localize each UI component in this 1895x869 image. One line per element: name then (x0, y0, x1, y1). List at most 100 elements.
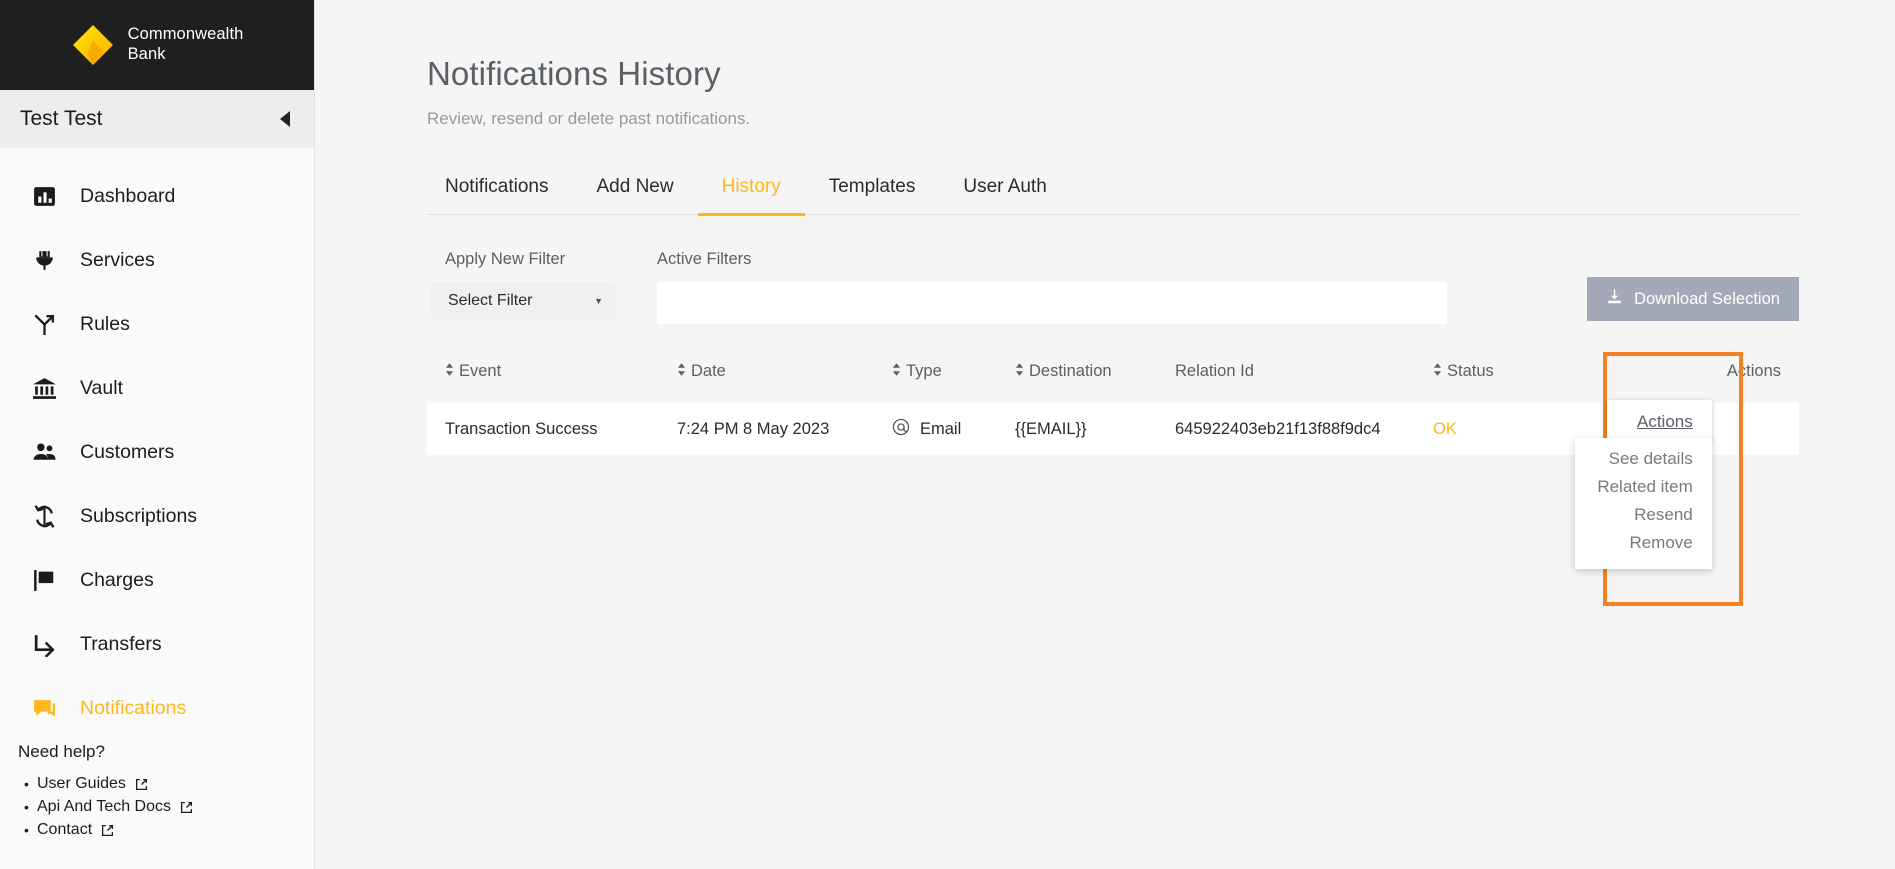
sidebar-item-services[interactable]: Services (0, 228, 314, 292)
column-header-destination[interactable]: Destination (1015, 362, 1175, 403)
help-link-contact[interactable]: • Contact (24, 821, 193, 839)
column-header-label: Date (691, 362, 726, 380)
brand-header: Commonwealth Bank (0, 0, 314, 90)
sidebar-item-charges[interactable]: Charges (0, 548, 314, 612)
column-header-label: Type (906, 362, 942, 380)
chevron-left-icon[interactable] (274, 108, 296, 130)
refresh-cycle-icon (31, 503, 58, 530)
sidebar-item-label: Services (80, 248, 155, 271)
cell-destination: {{EMAIL}} (1015, 419, 1087, 438)
sidebar-item-label: Notifications (80, 696, 187, 719)
column-header-label: Destination (1029, 362, 1112, 380)
plug-icon (31, 247, 58, 274)
user-name: Test Test (20, 107, 103, 130)
sidebar-item-label: Transfers (80, 632, 162, 655)
app-root: Commonwealth Bank Test Test Dashboard Se… (0, 0, 1895, 869)
actions-menu-item-related-item[interactable]: Related item (1594, 473, 1692, 501)
help-link-label: User Guides (37, 775, 126, 792)
cell-date: 7:24 PM 8 May 2023 (677, 419, 830, 438)
apply-new-filter-label: Apply New Filter (445, 250, 566, 268)
apply-new-filter-group: Apply New Filter Select Filter ▼ (427, 250, 616, 320)
sidebar-item-rules[interactable]: Rules (0, 292, 314, 356)
active-filters-label: Active Filters (657, 250, 752, 268)
sidebar-item-subscriptions[interactable]: Subscriptions (0, 484, 314, 548)
column-header-relation-id: Relation Id (1175, 362, 1433, 403)
sidebar-item-notifications[interactable]: Notifications (0, 676, 314, 740)
filter-toolbar: Apply New Filter Select Filter ▼ Active … (427, 250, 1799, 324)
sidebar-item-customers[interactable]: Customers (0, 420, 314, 484)
column-header-label: Relation Id (1175, 362, 1254, 380)
bar-chart-icon (31, 183, 58, 210)
sort-updown-icon (1433, 362, 1442, 381)
main-content: Notifications History Review, resend or … (315, 0, 1895, 869)
sidebar-item-dashboard[interactable]: Dashboard (0, 164, 314, 228)
table-head: Event Date Type Destination Relation Id … (427, 362, 1799, 403)
sidebar-item-vault[interactable]: Vault (0, 356, 314, 420)
download-selection-wrap: Download Selection (1587, 250, 1799, 321)
active-filters-box[interactable] (657, 282, 1447, 324)
sidebar-item-label: Subscriptions (80, 504, 198, 527)
actions-menu-item-resend[interactable]: Resend (1594, 501, 1693, 529)
bullet-icon: • (24, 822, 29, 838)
select-filter-dropdown[interactable]: Select Filter ▼ (431, 282, 616, 320)
page-subtitle: Review, resend or delete past notificati… (427, 109, 751, 128)
sidebar-item-label: Vault (80, 376, 123, 399)
bullet-icon: • (24, 799, 29, 815)
sidebar-nav: Dashboard Services Rules Vault Customers… (0, 148, 314, 740)
cell-event: Transaction Success (445, 419, 598, 438)
column-header-status[interactable]: Status (1433, 362, 1603, 403)
actions-menu-item-see-details[interactable]: See details (1594, 445, 1693, 473)
brand-name: Commonwealth Bank (128, 25, 244, 65)
user-bar: Test Test (0, 90, 314, 148)
external-link-icon (180, 801, 193, 814)
help-link-user-guides[interactable]: • User Guides (24, 775, 193, 793)
sort-updown-icon (445, 362, 454, 381)
tab-add-new[interactable]: Add New (573, 176, 698, 216)
column-header-date[interactable]: Date (677, 362, 892, 403)
external-link-icon (101, 824, 114, 837)
column-header-event[interactable]: Event (427, 362, 677, 403)
tab-notifications[interactable]: Notifications (427, 176, 573, 216)
download-selection-label: Download Selection (1634, 289, 1780, 308)
help-section: Need help? • User Guides • Api And Tech … (18, 742, 193, 844)
help-links: • User Guides • Api And Tech Docs • Cont… (18, 775, 193, 839)
download-icon (1606, 288, 1623, 310)
sidebar: Commonwealth Bank Test Test Dashboard Se… (0, 0, 315, 869)
help-link-api-tech-docs[interactable]: • Api And Tech Docs (24, 798, 193, 816)
help-link-label: Api And Tech Docs (37, 798, 172, 815)
row-actions-menu: Actions See details Related item Resend … (1575, 400, 1712, 569)
chat-bubble-icon (31, 695, 58, 722)
brand-name-line1: Commonwealth (127, 25, 244, 44)
column-header-type[interactable]: Type (892, 362, 1015, 403)
tab-bar: Notifications Add New History Templates … (427, 176, 1799, 216)
bullet-icon: • (24, 776, 29, 792)
arrow-turn-right-icon (31, 631, 58, 658)
actions-menu-item-remove[interactable]: Remove (1594, 529, 1692, 557)
page-title: Notifications History (427, 55, 721, 92)
actions-menu-list: See details Related item Resend Remove (1575, 438, 1712, 569)
actions-menu-trigger-label: Actions (1637, 412, 1693, 431)
external-link-icon (135, 778, 148, 791)
tab-user-auth[interactable]: User Auth (939, 176, 1070, 216)
cell-type-label: Email (920, 419, 962, 438)
download-selection-button[interactable]: Download Selection (1587, 277, 1799, 321)
column-header-label: Actions (1726, 362, 1781, 380)
bank-icon (31, 375, 58, 402)
tab-history[interactable]: History (697, 176, 805, 216)
actions-menu-trigger[interactable]: Actions (1607, 400, 1712, 442)
table-header-row: Event Date Type Destination Relation Id … (427, 362, 1799, 403)
column-header-actions: Actions (1603, 362, 1799, 403)
diamond-logo-icon (71, 23, 115, 67)
column-header-label: Status (1447, 362, 1494, 380)
active-filters-group: Active Filters (657, 250, 1447, 324)
brand-name-line2: Bank (127, 45, 166, 63)
branch-fork-icon (31, 311, 58, 338)
history-table-wrap: Event Date Type Destination Relation Id … (427, 352, 1799, 606)
sidebar-item-transfers[interactable]: Transfers (0, 612, 314, 676)
sort-updown-icon (677, 362, 686, 381)
tab-templates[interactable]: Templates (805, 176, 940, 216)
flag-icon (31, 567, 58, 594)
caret-down-icon: ▼ (594, 296, 603, 306)
sidebar-item-label: Customers (80, 440, 175, 463)
sidebar-item-label: Rules (80, 312, 130, 335)
